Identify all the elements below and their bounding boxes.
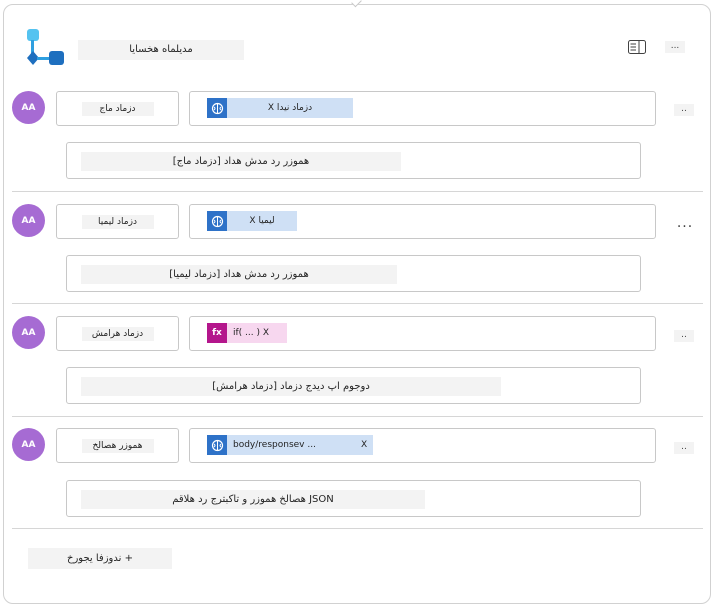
row-more-button[interactable]: ... [674,216,696,231]
avatar: AA [12,91,45,124]
row-divider [12,416,703,417]
output-description-input[interactable]: هموزر رد مدش هداد [دزماد لیمیا] [66,255,641,292]
page-title: مدیلماه هخسایا [78,40,244,60]
row-more-button[interactable]: .. [674,330,694,342]
ai-brain-icon [207,98,227,118]
token-label: if( ... ) X [227,323,287,343]
expression-token[interactable]: fx if( ... ) X [207,321,287,345]
output-name-input[interactable]: هموزر هصالخ [56,428,179,463]
output-description-text: هموزر رد مدش هداد [دزماد ماج] [81,152,401,171]
card-header: مدیلماه هخسایا ... [0,0,716,80]
output-description-input[interactable]: دوجوم اپ دیدج دزماد [دزماد هرامش] [66,367,641,404]
output-description-text: دوجوم اپ دیدج دزماد [دزماد هرامش] [81,377,501,396]
output-description-input[interactable]: JSON هصالخ هموزر و تاکبترج رد هلاقم [66,480,641,517]
output-description-text: هموزر رد مدش هداد [دزماد لیمیا] [81,265,397,284]
avatar: AA [12,316,45,349]
token-label: لیمیا X [227,211,297,231]
output-value-input[interactable]: body/responsev ... X [189,428,656,463]
dynamic-token[interactable]: دزماد نیدا X [207,96,353,120]
ai-brain-icon [207,435,227,455]
output-name-input[interactable]: دزماد ماج [56,91,179,126]
row-divider [12,303,703,304]
fx-icon: fx [207,323,227,343]
output-name-text: دزماد لیمیا [81,214,154,229]
token-remove-button[interactable]: X [349,435,374,455]
header-more-button[interactable]: ... [665,41,685,53]
output-name-text: هموزر هصالخ [81,438,154,453]
output-name-text: دزماد ماج [81,101,154,116]
output-description-text: JSON هصالخ هموزر و تاکبترج رد هلاقم [81,490,425,509]
token-label: دزماد نیدا X [227,98,353,118]
output-value-input[interactable]: fx if( ... ) X [189,316,656,351]
avatar: AA [12,204,45,237]
row-divider [12,528,703,529]
avatar: AA [12,428,45,461]
ai-brain-icon [207,211,227,231]
output-name-text: دزماد هرامش [81,326,154,341]
output-value-input[interactable]: لیمیا X [189,204,656,239]
dynamic-token[interactable]: body/responsev ... X [207,433,374,457]
output-description-input[interactable]: هموزر رد مدش هداد [دزماد ماج] [66,142,641,179]
row-divider [12,191,703,192]
add-output-button[interactable]: + ندوزفا یجورخ [28,548,172,569]
side-panel-icon [628,40,646,54]
flow-nodes-icon [23,27,67,69]
row-more-button[interactable]: .. [674,442,694,454]
token-label: body/responsev ... [227,435,349,455]
side-panel-button[interactable] [626,38,648,56]
row-more-button[interactable]: .. [674,104,694,116]
output-name-input[interactable]: دزماد هرامش [56,316,179,351]
output-value-input[interactable]: دزماد نیدا X [189,91,656,126]
output-name-input[interactable]: دزماد لیمیا [56,204,179,239]
dynamic-token[interactable]: لیمیا X [207,209,297,233]
